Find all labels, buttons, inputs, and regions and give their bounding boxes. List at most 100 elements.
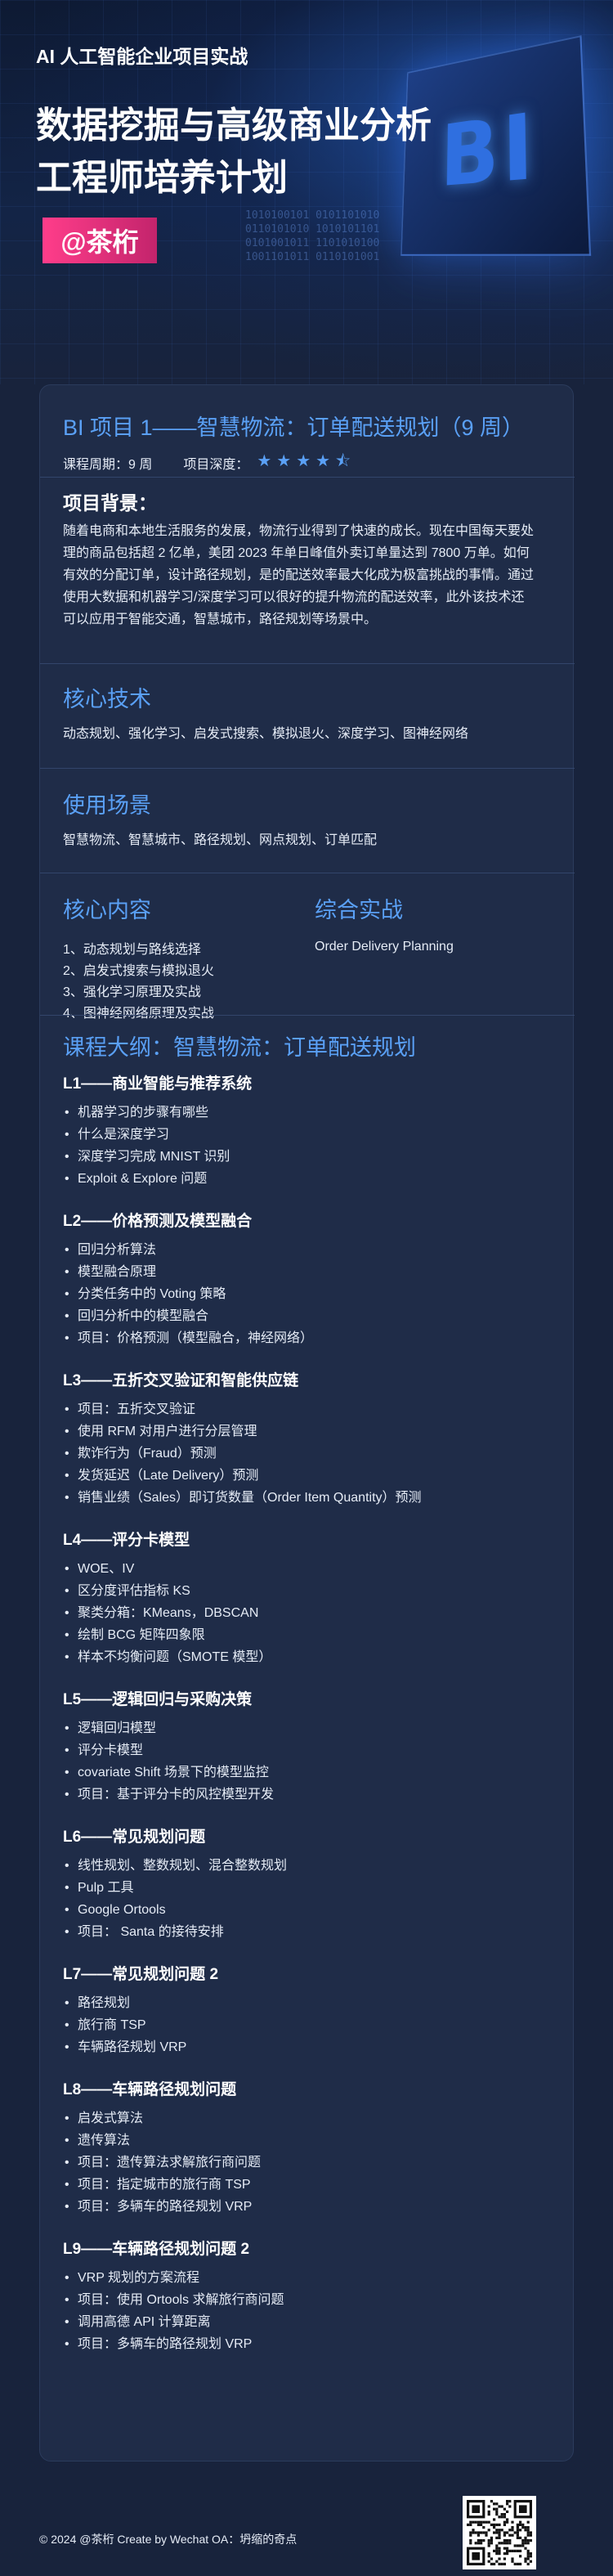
practice-text: Order Delivery Planning [315,940,454,954]
lesson-title: L4——评分卡模型 [63,1532,190,1549]
list-item: 路径规划 [63,1992,553,2014]
lesson-block: L8——车辆路径规划问题启发式算法遗传算法项目：遗传算法求解旅行商问题项目：指定… [63,2078,553,2218]
list-item: 线性规划、整数规划、混合整数规划 [63,1855,553,1877]
lesson-title: L7——常见规划问题 2 [63,1966,219,1983]
project-meta: 课程周期：9 周 项目深度： ★★★★⯪ [63,449,356,477]
list-item: 项目：多辆车的路径规划 VRP [63,2196,553,2218]
difficulty-stars-icon: ★★★★⯪ [257,452,356,470]
list-item: 绘制 BCG 矩阵四象限 [63,1624,553,1646]
lesson-items: 路径规划旅行商 TSP车辆路径规划 VRP [63,1992,553,2058]
lesson-block: L1——商业智能与推荐系统机器学习的步骤有哪些什么是深度学习深度学习完成 MNI… [63,1072,553,1190]
lesson-items: 启发式算法遗传算法项目：遗传算法求解旅行商问题项目：指定城市的旅行商 TSP项目… [63,2107,553,2218]
list-item: 机器学习的步骤有哪些 [63,1102,553,1124]
hero-subtitle: AI 人工智能企业项目实战 [36,46,248,67]
list-item: 聚类分箱：KMeans，DBSCAN [63,1602,553,1624]
lesson-block: L4——评分卡模型 WOE、IV区分度评估指标 KS聚类分箱：KMeans，DBS… [63,1528,553,1668]
list-item: WOE、IV [63,1558,553,1580]
lesson-block: L6——常见规划问题线性规划、整数规划、混合整数规划Pulp 工具Google … [63,1825,553,1943]
list-item: 项目：价格预测（模型融合，神经网络） [63,1327,553,1349]
lesson-block: L5——逻辑回归与采购决策逻辑回归模型评分卡模型covariate Shift … [63,1688,553,1806]
lesson-title: L9——车辆路径规划问题 2 [63,2241,250,2258]
list-item: 区分度评估指标 KS [63,1580,553,1602]
list-item: 项目：使用 Ortools 求解旅行商问题 [63,2289,553,2311]
list-item: 调用高德 API 计算距离 [63,2311,553,2333]
qr-code-icon [463,2496,536,2569]
background-heading: 项目背景： [63,492,157,514]
lesson-items: 回归分析算法模型融合原理分类任务中的 Voting 策略回归分析中的模型融合项目… [63,1239,553,1349]
tech-heading: 核心技术 [63,687,151,711]
lesson-title: L5——逻辑回归与采购决策 [63,1691,253,1708]
hero-title-line1: 数据挖掘与高级商业分析 [36,105,432,146]
lesson-items: 机器学习的步骤有哪些什么是深度学习深度学习完成 MNIST 识别Exploit … [63,1102,553,1190]
list-item: 项目：基于评分卡的风控模型开发 [63,1784,553,1806]
content-list: 1、动态规划与路线选择 2、启发式搜索与模拟退火 3、强化学习原理及实战 4、图… [63,940,214,1025]
hero-title: 数据挖掘与高级商业分析 工程师培养计划 [36,100,432,204]
lesson-items: 项目：五折交叉验证使用 RFM 对用户进行分层管理欺诈行为（Fraud）预测发货… [63,1398,553,1509]
tech-text: 动态规划、强化学习、启发式搜索、模拟退火、深度学习、图神经网络 [63,727,469,741]
list-item: 2、启发式搜索与模拟退火 [63,964,214,978]
hero-title-line2: 工程师培养计划 [36,158,288,198]
list-item: 项目：遗传算法求解旅行商问题 [63,2152,553,2174]
usage-text: 智慧物流、智慧城市、路径规划、网点规划、订单匹配 [63,833,378,847]
list-item: 项目：多辆车的路径规划 VRP [63,2333,553,2355]
list-item: 模型融合原理 [63,1261,553,1283]
lesson-block: L7——常见规划问题 2 路径规划旅行商 TSP车辆路径规划 VRP [63,1963,553,2058]
outline-title: 课程大纲：智慧物流：订单配送规划 [63,1035,416,1060]
list-item: 遗传算法 [63,2129,553,2152]
list-item: 使用 RFM 对用户进行分层管理 [63,1420,553,1443]
list-item: 深度学习完成 MNIST 识别 [63,1146,553,1168]
list-item: 销售业绩（Sales）即订货数量（Order Item Quantity）预测 [63,1487,553,1509]
list-item: 项目：指定城市的旅行商 TSP [63,2174,553,2196]
lesson-block: L3——五折交叉验证和智能供应链项目：五折交叉验证使用 RFM 对用户进行分层管… [63,1369,553,1509]
divider [40,768,575,769]
hero-banner: 1010100101 0101101010 0110101010 1010101… [0,0,613,384]
practice-heading: 综合实战 [315,898,403,922]
list-item: 回归分析算法 [63,1239,553,1261]
qr-code-graphic [467,2500,532,2565]
lesson-items: VRP 规划的方案流程项目：使用 Ortools 求解旅行商问题调用高德 API… [63,2267,553,2355]
author-badge: @茶桁 [43,218,157,263]
lesson-items: WOE、IV区分度评估指标 KS聚类分箱：KMeans，DBSCAN绘制 BCG… [63,1558,553,1668]
list-item: VRP 规划的方案流程 [63,2267,553,2289]
list-item: 回归分析中的模型融合 [63,1305,553,1327]
lesson-title: L1——商业智能与推荐系统 [63,1075,253,1093]
list-item: 逻辑回归模型 [63,1717,553,1739]
project-card: BI 项目 1——智慧物流：订单配送规划（9 周） 课程周期：9 周 项目深度：… [39,384,575,2462]
usage-heading: 使用场景 [63,793,151,818]
list-item: 发货延迟（Late Delivery）预测 [63,1465,553,1487]
list-item: 旅行商 TSP [63,2014,553,2036]
lesson-block: L2——价格预测及模型融合回归分析算法模型融合原理分类任务中的 Voting 策… [63,1209,553,1349]
lesson-list: L1——商业智能与推荐系统机器学习的步骤有哪些什么是深度学习深度学习完成 MNI… [63,1072,553,2375]
binary-decoration: 1010100101 0101101010 0110101010 1010101… [245,209,380,263]
divider [40,663,575,664]
lesson-items: 线性规划、整数规划、混合整数规划Pulp 工具Google Ortools项目：… [63,1855,553,1943]
list-item: covariate Shift 场景下的模型监控 [63,1761,553,1784]
lesson-title: L2——价格预测及模型融合 [63,1213,253,1230]
divider [40,477,575,478]
bi-cube-label: BI [440,92,539,207]
list-item: 什么是深度学习 [63,1124,553,1146]
lesson-title: L3——五折交叉验证和智能供应链 [63,1372,299,1389]
lesson-items: 逻辑回归模型评分卡模型covariate Shift 场景下的模型监控项目：基于… [63,1717,553,1806]
list-item: 车辆路径规划 VRP [63,2036,553,2058]
project-title: BI 项目 1——智慧物流：订单配送规划（9 周） [63,415,525,440]
divider [40,1015,575,1016]
list-item: 项目： Santa 的接待安排 [63,1921,553,1943]
list-item: 1、动态规划与路线选择 [63,943,201,957]
lesson-title: L8——车辆路径规划问题 [63,2081,237,2098]
list-item: 欺诈行为（Fraud）预测 [63,1443,553,1465]
list-item: 启发式算法 [63,2107,553,2129]
difficulty-label: 项目深度： [183,458,249,472]
list-item: 3、强化学习原理及实战 [63,985,201,999]
list-item: 4、图神经网络原理及实战 [63,1007,214,1021]
list-item: Google Ortools [63,1899,553,1921]
footer-copyright: © 2024 @茶桁 Create by Wechat OA：坍缩的奇点 [39,2533,298,2546]
list-item: Pulp 工具 [63,1877,553,1899]
list-item: 项目：五折交叉验证 [63,1398,553,1420]
lesson-block: L9——车辆路径规划问题 2 VRP 规划的方案流程项目：使用 Ortools 求… [63,2237,553,2355]
list-item: 样本不均衡问题（SMOTE 模型） [63,1646,553,1668]
lesson-title: L6——常见规划问题 [63,1829,206,1846]
list-item: 评分卡模型 [63,1739,553,1761]
list-item: Exploit & Explore 问题 [63,1168,553,1190]
course-period: 课程周期：9 周 [63,458,153,472]
